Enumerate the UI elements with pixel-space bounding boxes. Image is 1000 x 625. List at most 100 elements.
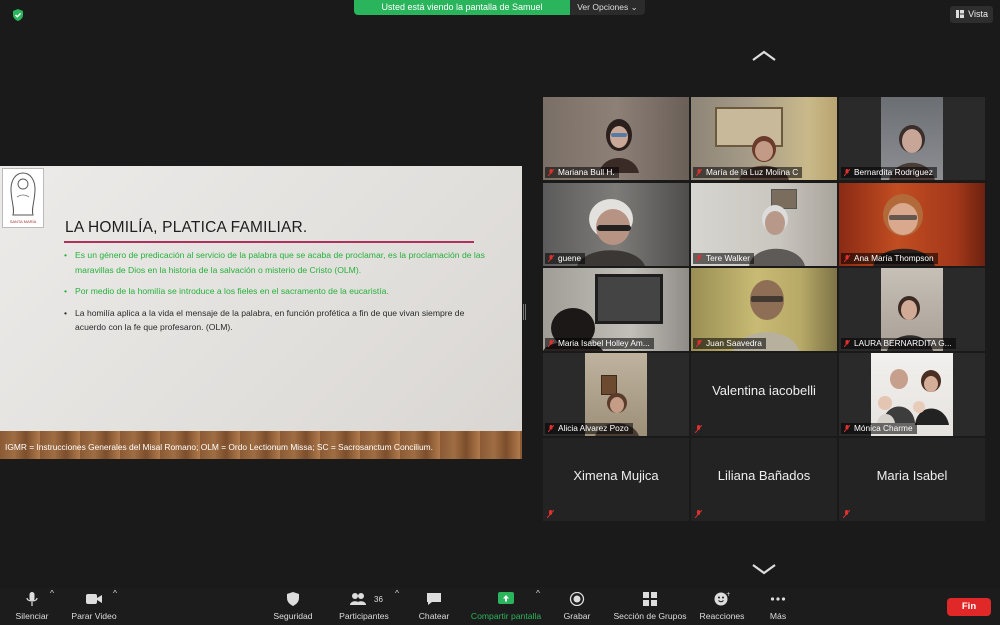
view-options-label: Ver Opciones [577,2,629,12]
chat-label: Chatear [418,611,450,621]
participant-name: LAURA BERNARDITA G... [841,338,956,349]
security-button[interactable]: Seguridad [270,588,316,625]
bullet-item: La homilía aplica a la vida el mensaje d… [64,306,494,335]
participant-name-text: Maria Isabel Holley Am... [558,338,650,348]
meeting-toolbar: Silenciar ^ Parar Video ^ Seguridad 36 P… [0,588,1000,625]
participant-name: Mariana Bull H. [545,167,619,178]
participant-name-text: Bernardita Rodríguez [854,167,933,177]
muted-mic-icon [696,340,702,347]
participant-name-large: Maria Isabel [876,468,948,483]
gallery-scroll-down-icon[interactable] [751,563,777,575]
breakout-rooms-label: Sección de Grupos [613,611,687,621]
participant-tile[interactable]: Maria Isabel [839,438,985,521]
video-options-caret[interactable]: ^ [113,588,117,625]
participant-tile[interactable]: LAURA BERNARDITA G... [839,268,985,351]
share-options-caret[interactable]: ^ [536,588,540,625]
reactions-label: Reacciones [699,611,745,621]
participant-name-text: LAURA BERNARDITA G... [854,338,952,348]
person-silhouette [749,205,805,266]
muted-mic-icon [844,425,850,432]
participants-icon [350,593,366,605]
participant-tile[interactable]: Mónica Charme [839,353,985,436]
view-options-button[interactable]: Ver Opciones ⌄ [570,0,645,15]
slide-footer-text: IGMR = Instrucciones Generales del Misal… [5,442,433,452]
participant-tile[interactable]: María de la Luz Molina C [691,97,837,180]
audio-options-caret[interactable]: ^ [50,588,54,625]
muted-mic-icon [844,255,850,262]
participant-tile[interactable]: guene [543,183,689,266]
muted-mic-icon [548,340,554,347]
gallery-scroll-up-icon[interactable] [751,50,777,62]
security-label: Seguridad [273,611,313,621]
participant-tile[interactable]: Ximena Mujica [543,438,689,521]
end-meeting-button[interactable]: Fin [947,598,991,616]
share-screen-icon [498,592,514,604]
parish-logo: SANTA MARÍA [2,168,44,228]
participant-tile[interactable]: Juan Saavedra [691,268,837,351]
participant-tile[interactable]: Alicia Alvarez Pozo [543,353,689,436]
encryption-shield-icon[interactable] [11,8,25,22]
split-resize-handle[interactable] [523,304,526,320]
person-silhouette [599,119,639,173]
participant-name: Juan Saavedra [693,338,766,349]
more-button[interactable]: Más [762,588,794,625]
chat-bubble-icon [427,593,441,605]
title-underline [64,241,474,243]
participant-name: María de la Luz Molina C [693,167,803,178]
muted-mic-icon [696,255,702,262]
record-button[interactable]: Grabar [558,588,596,625]
view-label: Vista [968,9,988,19]
breakout-rooms-icon [643,592,657,606]
grid-view-icon [956,10,964,18]
participants-button[interactable]: 36 Participantes [334,588,394,625]
participants-label: Participantes [339,611,389,621]
chevron-down-icon: ⌄ [630,2,638,12]
participants-options-caret[interactable]: ^ [395,588,399,625]
svg-text:+: + [726,592,730,598]
participant-tile[interactable]: Valentina iacobelli [691,353,837,436]
participant-tile[interactable]: Maria Isabel Holley Am... [543,268,689,351]
participant-name-text: Mónica Charme [854,423,913,433]
participant-name-large: Liliana Bañados [717,468,811,483]
participant-tile[interactable]: Mariana Bull H. [543,97,689,180]
muted-mic-icon [548,169,554,176]
participant-name-text: Mariana Bull H. [558,167,615,177]
shared-screen[interactable]: SANTA MARÍA LA HOMILÍA, PLATICA FAMILIAR… [0,166,522,459]
participant-name-text: guene [558,253,582,263]
mute-button[interactable]: Silenciar [8,588,56,625]
share-screen-button[interactable]: Compartir pantalla [466,588,546,625]
participant-name-text: María de la Luz Molina C [706,167,799,177]
participant-tile[interactable]: Ana María Thompson [839,183,985,266]
video-camera-icon [86,594,102,604]
muted-mic-icon [843,510,850,518]
record-label: Grabar [563,611,591,621]
participant-tile[interactable]: Bernardita Rodríguez [839,97,985,180]
shield-icon [287,592,299,606]
muted-mic-icon [695,510,702,518]
screen-share-banner: Usted está viendo la pantalla de Samuel [354,0,570,15]
participant-name: Bernardita Rodríguez [841,167,937,178]
participants-count: 36 [374,595,383,604]
muted-mic-icon [695,425,702,433]
chat-button[interactable]: Chatear [414,588,454,625]
reactions-button[interactable]: + Reacciones [698,588,746,625]
participant-name-text: Ana María Thompson [854,253,934,263]
virgin-illustration-icon [10,172,36,216]
participant-tile[interactable]: Tere Walker [691,183,837,266]
participant-name-large: Ximena Mujica [573,468,659,483]
participant-name: Tere Walker [693,253,754,264]
slide-bullets: Es un género de predicación al servicio … [64,248,494,342]
participant-name-text: Juan Saavedra [706,338,762,348]
participant-name-text: Tere Walker [706,253,750,263]
bullet-item: Por medio de la homilía se introduce a l… [64,284,494,299]
participant-tile[interactable]: Liliana Bañados [691,438,837,521]
microphone-icon [26,592,38,606]
bullet-item: Es un género de predicación al servicio … [64,248,494,277]
participant-name: Alicia Alvarez Pozo [545,423,633,434]
muted-mic-icon [547,510,554,518]
record-icon [569,592,585,606]
view-button[interactable]: Vista [950,6,993,23]
breakout-rooms-button[interactable]: Sección de Grupos [608,588,692,625]
muted-mic-icon [844,169,850,176]
muted-mic-icon [844,340,850,347]
